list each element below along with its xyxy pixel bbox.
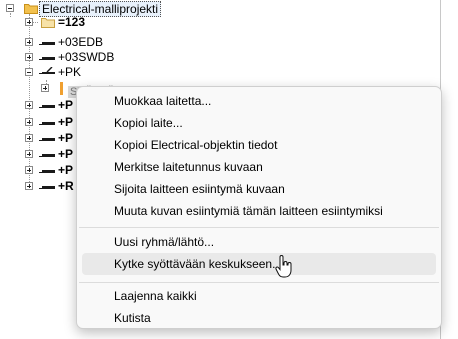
device-icon [39, 186, 55, 189]
device-icon [39, 170, 55, 173]
device-icon [39, 122, 55, 125]
tree-node-label[interactable]: +PK [58, 65, 81, 79]
root-collapse-toggle[interactable] [6, 4, 14, 12]
tree-node-label[interactable]: =123 [58, 15, 85, 29]
tree-node-label[interactable]: +P [58, 115, 73, 129]
device-icon [39, 138, 55, 141]
hand-cursor-icon [275, 255, 292, 278]
menu-item-expand-all[interactable]: Laajenna kaikki [82, 285, 436, 307]
device-icon [39, 154, 55, 157]
expand-toggle-syotto[interactable] [41, 84, 49, 92]
tree-node-label[interactable]: +P [58, 98, 73, 112]
tree-node-label[interactable]: +R [58, 179, 74, 193]
context-menu: Muokkaa laitetta... Kopioi laite... Kopi… [76, 86, 442, 329]
menu-item-collapse[interactable]: Kutista [82, 307, 436, 329]
expand-toggle-123[interactable] [25, 18, 33, 26]
expand-toggle-p5[interactable] [25, 166, 33, 174]
collapse-toggle-pk[interactable] [25, 68, 33, 76]
device-icon [39, 67, 55, 74]
device-icon [39, 57, 55, 60]
menu-item-copy-device[interactable]: Kopioi laite... [82, 112, 436, 134]
expand-toggle-p1[interactable] [25, 101, 33, 109]
menu-item-copy-electrical-info[interactable]: Kopioi Electrical-objektin tiedot [82, 134, 436, 156]
tree-node-label[interactable]: +P [58, 131, 73, 145]
menu-item-mark-device-id[interactable]: Merkitse laitetunnus kuvaan [82, 156, 436, 178]
expand-toggle-p3[interactable] [25, 134, 33, 142]
menu-item-convert-instances[interactable]: Muuta kuvan esiintymiä tämän laitteen es… [82, 200, 436, 222]
menu-item-edit-device[interactable]: Muokkaa laitetta... [82, 90, 436, 112]
tree-node-label[interactable]: +03EDB [58, 35, 103, 49]
expand-toggle-p4[interactable] [25, 150, 33, 158]
tree-node-label[interactable]: +P [58, 163, 73, 177]
expand-toggle-p2[interactable] [25, 118, 33, 126]
expand-toggle-03swdb[interactable] [25, 53, 33, 61]
device-icon [39, 105, 55, 108]
expand-toggle-r[interactable] [25, 182, 33, 190]
device-icon [39, 42, 55, 45]
tree-node-label[interactable]: +P [58, 147, 73, 161]
menu-item-connect-supply[interactable]: Kytke syöttävään keskukseen... [82, 253, 436, 275]
folder-icon [41, 18, 55, 28]
project-folder-icon [24, 4, 38, 14]
expand-toggle-03edb[interactable] [25, 38, 33, 46]
menu-item-place-instance[interactable]: Sijoita laitteen esiintymä kuvaan [82, 178, 436, 200]
tree-node-label[interactable]: +03SWDB [58, 50, 114, 64]
menu-separator [79, 282, 439, 283]
supply-icon [60, 82, 63, 95]
menu-separator [79, 227, 439, 228]
menu-item-new-group[interactable]: Uusi ryhmä/lähtö... [82, 231, 436, 253]
